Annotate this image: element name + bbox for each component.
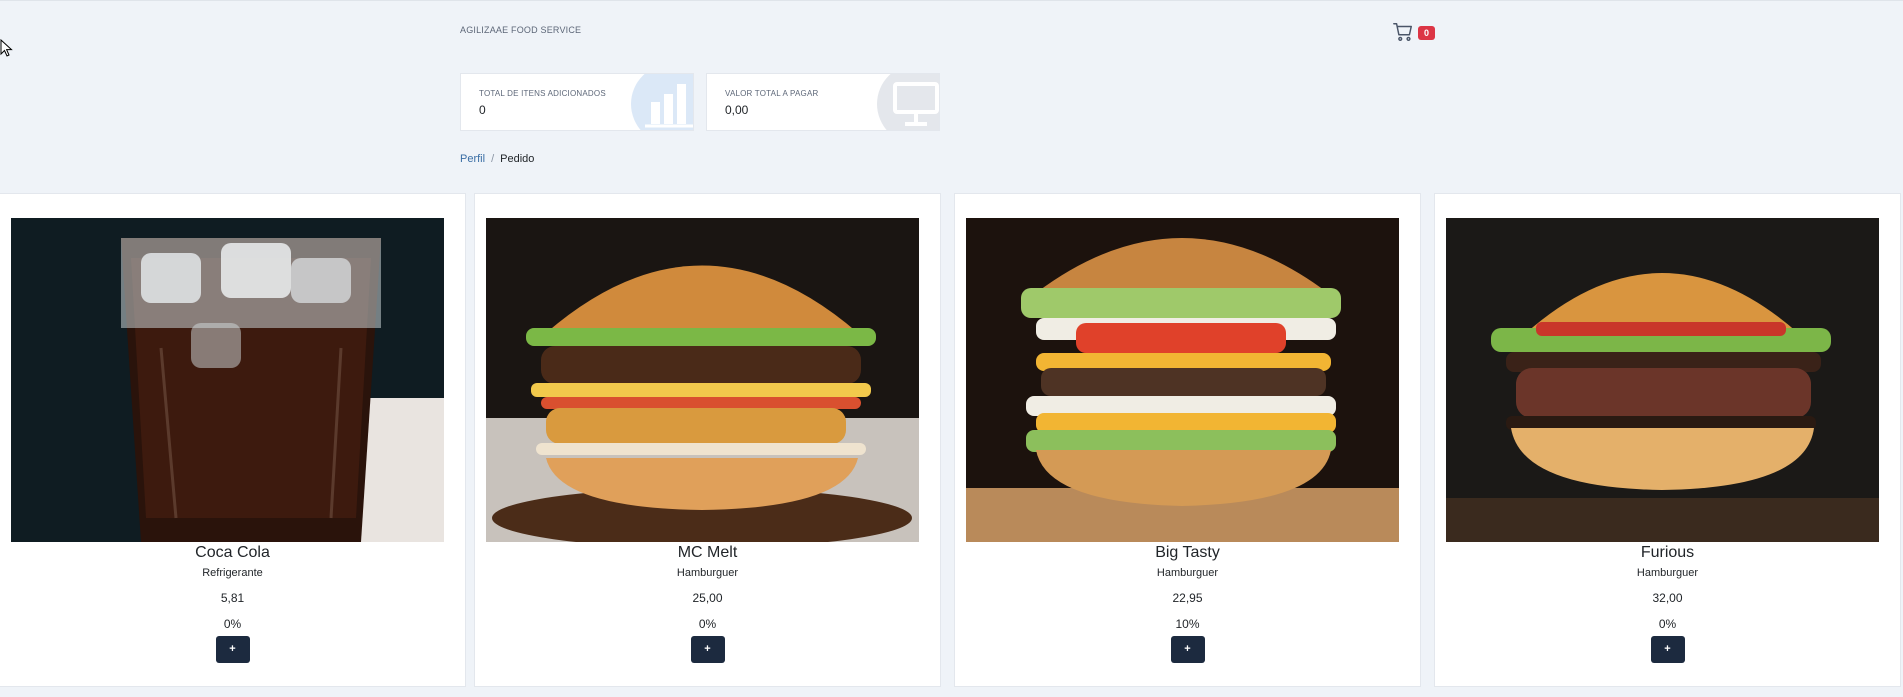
stat-card-total-items: TOTAL DE ITENS ADICIONADOS 0 [460,73,694,131]
product-card: MC Melt Hamburguer 25,00 0% + [474,193,941,687]
product-name: Big Tasty [1155,544,1220,561]
monitor-icon [877,74,939,130]
add-to-cart-button[interactable]: + [215,636,250,663]
product-image [486,218,919,542]
product-image [1446,218,1879,542]
product-discount: 10% [1175,617,1200,631]
shopping-cart-icon [1393,23,1412,41]
product-price: 25,00 [692,591,723,605]
stat-value: 0,00 [725,103,749,117]
product-category: Hamburguer [676,567,739,579]
product-price: 22,95 [1172,591,1203,605]
product-image [966,218,1399,542]
bar-chart-icon [631,74,693,130]
product-image [11,218,444,542]
stat-value: 0 [479,103,486,117]
product-price: 5,81 [220,591,245,605]
app-brand[interactable]: AGILIZAAE FOOD SERVICE [460,25,581,35]
product-card: Big Tasty Hamburguer 22,95 10% + [954,193,1421,687]
add-to-cart-button[interactable]: + [690,636,725,663]
product-name: Furious [1640,544,1695,561]
product-category: Refrigerante [202,567,263,579]
product-discount: 0% [1658,617,1677,631]
add-to-cart-button[interactable]: + [1170,636,1205,663]
product-category: Hamburguer [1636,567,1699,579]
stat-label: TOTAL DE ITENS ADICIONADOS [479,89,606,98]
breadcrumb-separator: / [491,153,495,165]
cart-count-badge: 0 [1418,26,1435,40]
mouse-cursor-icon [0,39,13,57]
breadcrumb-current: Pedido [500,153,535,165]
product-name: Coca Cola [195,544,270,561]
stat-card-total-value: VALOR TOTAL A PAGAR 0,00 [706,73,940,131]
stat-label: VALOR TOTAL A PAGAR [725,89,819,98]
breadcrumb: Perfil / Pedido [460,153,534,165]
product-discount: 0% [223,617,242,631]
product-card: Coca Cola Refrigerante 5,81 0% + [0,193,466,687]
cart-button[interactable]: 0 [1392,21,1438,45]
product-category: Hamburguer [1156,567,1219,579]
product-name: MC Melt [677,544,738,561]
product-discount: 0% [698,617,717,631]
product-card: Furious Hamburguer 32,00 0% + [1434,193,1901,687]
product-price: 32,00 [1652,591,1683,605]
add-to-cart-button[interactable]: + [1650,636,1685,663]
breadcrumb-link-perfil[interactable]: Perfil [460,153,485,165]
